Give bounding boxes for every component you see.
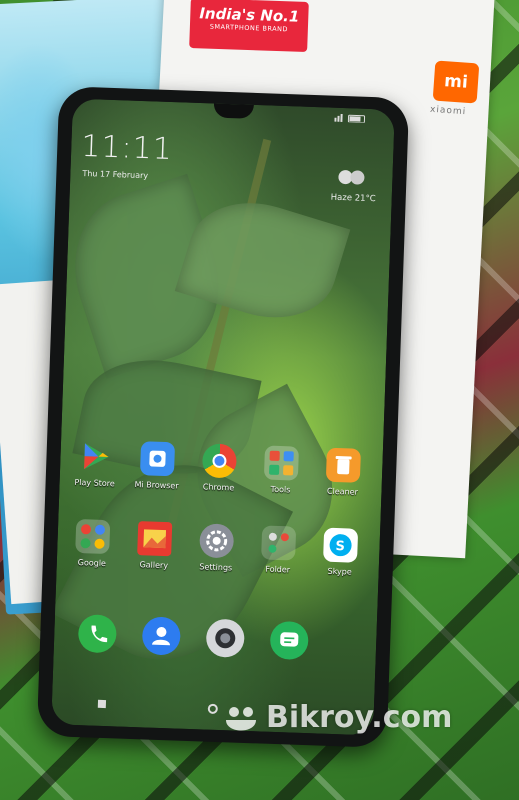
app-gallery[interactable]: Gallery [125, 521, 185, 571]
dock-phone[interactable] [68, 614, 127, 654]
app-skype[interactable]: S Skype [311, 527, 371, 577]
clock-widget[interactable]: 11:11 [81, 129, 174, 167]
app-cleaner[interactable]: Cleaner [313, 447, 373, 497]
play-store-icon [78, 439, 113, 474]
app-mi-browser[interactable]: Mi Browser [127, 441, 187, 491]
brand-banner: India's No.1 SMARTPHONE BRAND [189, 0, 309, 53]
app-google[interactable]: Google [63, 518, 123, 569]
app-label: Google [77, 558, 107, 569]
cleaner-icon [325, 447, 361, 483]
app-settings[interactable]: Settings [187, 523, 247, 573]
camera-icon [205, 618, 245, 658]
recents-button[interactable] [97, 699, 107, 709]
app-chrome[interactable]: Chrome [189, 443, 249, 493]
gallery-icon [137, 521, 173, 557]
tools-folder-icon [263, 445, 300, 481]
folder-icon [261, 525, 297, 561]
phone-icon [77, 614, 118, 654]
signal-icon [334, 113, 366, 124]
bikroy-logo-icon [226, 707, 256, 731]
app-label: Skype [327, 566, 352, 577]
app-folder[interactable]: Folder [249, 525, 309, 575]
dock-contacts[interactable] [132, 616, 191, 656]
skype-icon: S [323, 527, 359, 563]
date-label: Thu 17 February [82, 168, 149, 181]
watermark-text: Bikroy.com [266, 700, 453, 735]
messages-icon [269, 620, 309, 661]
contacts-icon [141, 616, 181, 656]
settings-icon [199, 523, 235, 559]
app-play-store[interactable]: Play Store [65, 439, 125, 489]
weather-icon [338, 168, 371, 187]
chrome-icon [201, 443, 238, 479]
app-tools[interactable]: Tools [251, 445, 311, 495]
svg-text:S: S [335, 539, 345, 554]
mi-logo-text: mi [443, 71, 469, 93]
mi-browser-icon [139, 441, 176, 477]
camera-notch [213, 103, 254, 119]
status-bar-icons [334, 113, 374, 125]
weather-label[interactable]: Haze 21°C [331, 193, 376, 205]
dock-messages[interactable] [260, 620, 319, 661]
home-button[interactable] [207, 703, 218, 714]
smartphone: 11:11 Thu 17 February Haze 21°C Play Sto… [36, 86, 410, 748]
mi-logo: mi [432, 60, 480, 104]
dock-camera[interactable] [196, 618, 255, 658]
phone-screen[interactable]: 11:11 Thu 17 February Haze 21°C Play Sto… [51, 98, 395, 736]
app-label: Play Store [74, 477, 115, 489]
google-folder-icon [75, 518, 111, 555]
